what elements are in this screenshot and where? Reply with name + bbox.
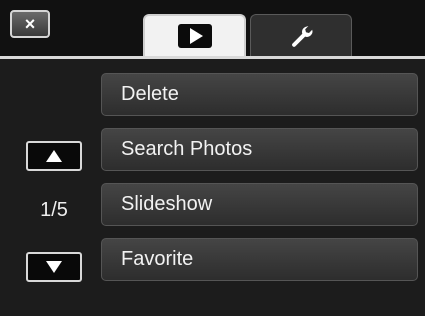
arrow-down-icon — [46, 261, 62, 273]
close-button[interactable]: × — [10, 10, 50, 38]
camera-playback-menu-screen: × 1/5 Delete Search Photos Slideshow Fav… — [0, 0, 425, 316]
tab-playback[interactable] — [143, 14, 246, 56]
wrench-icon — [292, 25, 313, 47]
page-indicator: 1/5 — [40, 199, 68, 221]
page-down-button[interactable] — [26, 252, 82, 282]
close-icon: × — [24, 13, 36, 34]
menu-item-slideshow[interactable]: Slideshow — [101, 183, 418, 226]
top-bar: × — [0, 0, 425, 56]
arrow-up-icon — [46, 150, 62, 162]
page-up-button[interactable] — [26, 141, 82, 171]
menu-item-favorite[interactable]: Favorite — [101, 238, 418, 281]
play-icon — [177, 24, 212, 48]
tab-setup[interactable] — [250, 14, 352, 56]
menu-item-search-photos[interactable]: Search Photos — [101, 128, 418, 171]
header-divider — [0, 56, 425, 59]
playback-menu-list: Delete Search Photos Slideshow Favorite — [101, 73, 418, 281]
menu-item-delete[interactable]: Delete — [101, 73, 418, 116]
